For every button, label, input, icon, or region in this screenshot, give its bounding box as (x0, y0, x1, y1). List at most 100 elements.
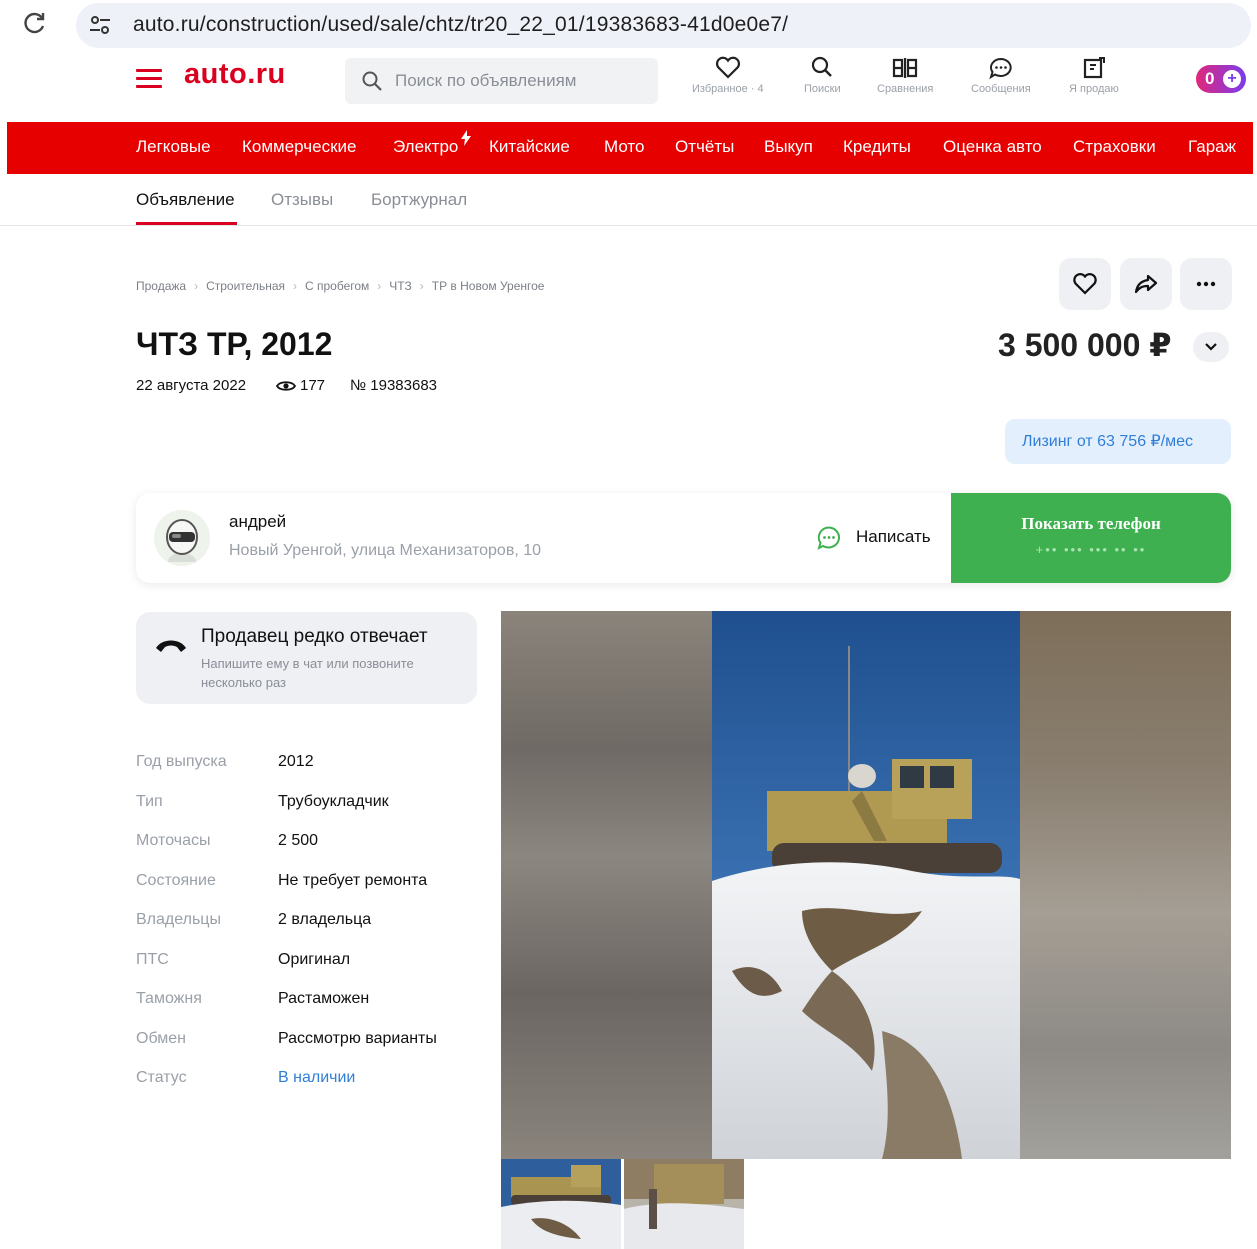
nav-item-electro[interactable]: Электро (393, 137, 458, 157)
saved-searches-link[interactable]: Поиски (804, 56, 841, 95)
seller-address[interactable]: Новый Уренгой, улица Механизаторов, 10 (229, 542, 541, 560)
favorite-button[interactable] (1059, 258, 1111, 310)
favorites-label: Избранное · 4 (692, 83, 764, 95)
share-icon (1134, 274, 1158, 294)
breadcrumb-item[interactable]: ТР в Новом Уренгое (432, 279, 545, 293)
chevron-down-icon (1205, 343, 1217, 351)
spec-label: ПТС (136, 951, 169, 968)
write-label: Написать (856, 527, 931, 546)
spec-value: Не требует ремонта (278, 872, 428, 889)
spec-label: Обмен (136, 1030, 186, 1047)
leasing-button[interactable]: Лизинг от 63 756 ₽/мес (1005, 419, 1231, 464)
chevron-right-icon: › (293, 279, 297, 293)
chevron-right-icon: › (194, 279, 199, 293)
avatar[interactable] (154, 510, 210, 566)
nav-item-credits[interactable]: Кредиты (843, 137, 911, 157)
seller-response-notice: Продавец редко отвечает Напишите ему в ч… (136, 612, 477, 704)
main-photo[interactable] (712, 611, 1020, 1159)
spec-value: Рассмотрю варианты (278, 1030, 437, 1047)
gallery-blur-right (1020, 611, 1231, 1159)
compare-icon (893, 58, 918, 78)
chevron-right-icon: › (419, 279, 424, 293)
phone-hangup-icon (156, 640, 186, 652)
show-phone-button[interactable]: Показать телефон +•• ••• ••• •• •• (951, 493, 1231, 583)
my-sales-link[interactable]: Я продаю (1069, 56, 1119, 95)
spec-value[interactable]: В наличии (278, 1069, 355, 1087)
notice-text: Напишите ему в чат или позвоните несколь… (201, 656, 414, 690)
messages-link[interactable]: Сообщения (971, 56, 1031, 95)
views-count: 177 (300, 377, 326, 394)
gallery-blur-left (501, 611, 712, 1159)
saved-search-icon (812, 56, 833, 77)
chevron-right-icon: › (377, 279, 382, 293)
spec-row-exchange: Обмен Рассмотрю варианты (136, 1030, 481, 1054)
spec-row-status: Статус В наличии (136, 1069, 481, 1093)
nav-item-garage[interactable]: Гараж (1188, 137, 1236, 157)
breadcrumb-item[interactable]: Строительная (206, 279, 285, 293)
spec-value: 2 500 (278, 832, 319, 849)
seller-name[interactable]: андрей (229, 512, 286, 532)
nav-item-reports[interactable]: Отчёты (675, 137, 734, 157)
search-input[interactable]: Поиск по объявлениям (345, 58, 658, 104)
search-placeholder: Поиск по объявлениям (395, 71, 577, 90)
nav-item-valuation[interactable]: Оценка авто (943, 137, 1042, 157)
category-nav: Легковые Коммерческие Электро Китайские … (7, 122, 1253, 174)
bolt-icon (461, 130, 471, 146)
spec-value: 2 владельца (278, 911, 372, 928)
more-button[interactable] (1180, 258, 1232, 310)
photo-thumbnail[interactable] (624, 1159, 744, 1249)
avatar-image (154, 510, 210, 566)
favorites-link[interactable]: Избранное · 4 (692, 56, 764, 95)
spec-row-condition: Состояние Не требует ремонта (136, 872, 481, 896)
nav-item-commercial[interactable]: Коммерческие (242, 137, 356, 157)
spec-value[interactable]: 2012 (278, 753, 314, 771)
share-button[interactable] (1120, 258, 1172, 310)
spec-row-customs: Таможня Растаможен (136, 990, 481, 1014)
spec-row-pts: ПТС Оригинал (136, 951, 481, 975)
heart-icon (1073, 273, 1097, 295)
spec-value: Оригинал (278, 951, 351, 968)
spec-label: Владельцы (136, 911, 221, 928)
spec-label: Состояние (136, 872, 216, 889)
listing-tabs: Объявление Отзывы Бортжурнал (0, 174, 1257, 226)
more-dots-icon (1196, 281, 1216, 287)
logo[interactable]: auto.ru (184, 58, 286, 91)
breadcrumb-item[interactable]: С пробегом (305, 279, 369, 293)
reload-icon[interactable] (22, 10, 48, 36)
chat-icon (817, 526, 840, 550)
nav-item-cars[interactable]: Легковые (136, 137, 211, 157)
spec-label: Моточасы (136, 832, 211, 849)
breadcrumb-item[interactable]: ЧТЗ (389, 279, 411, 293)
active-tab-indicator (136, 222, 237, 225)
my-sales-label: Я продаю (1069, 83, 1119, 95)
photo-gallery[interactable] (501, 611, 1231, 1159)
price-history-button[interactable] (1193, 332, 1229, 362)
wallet-badge[interactable]: 0 + (1196, 65, 1246, 93)
photo-thumbnail[interactable] (501, 1159, 621, 1249)
page-title: ЧТЗ ТР, 2012 (136, 326, 333, 362)
site-settings-icon[interactable] (88, 13, 112, 37)
nav-item-buyout[interactable]: Выкуп (764, 137, 813, 157)
eye-icon (276, 381, 296, 391)
tab-logbook[interactable]: Бортжурнал (371, 190, 467, 210)
nav-item-insurance[interactable]: Страховки (1073, 137, 1156, 157)
spec-row-type: Тип Трубоукладчик (136, 793, 481, 817)
spec-value[interactable]: Трубоукладчик (278, 793, 389, 811)
notice-title: Продавец редко отвечает (201, 626, 428, 647)
sell-icon (1083, 57, 1105, 79)
spec-row-hours: Моточасы 2 500 (136, 832, 481, 856)
searches-label: Поиски (804, 83, 841, 95)
chat-icon (989, 57, 1012, 80)
compare-link[interactable]: Сравнения (877, 56, 933, 95)
tab-listing[interactable]: Объявление (136, 190, 235, 210)
menu-icon[interactable] (136, 69, 162, 91)
listing-number: № 19383683 (350, 377, 437, 394)
nav-item-chinese[interactable]: Китайские (489, 137, 570, 157)
messages-label: Сообщения (971, 83, 1031, 95)
show-phone-label: Показать телефон (1021, 514, 1161, 533)
breadcrumb-item[interactable]: Продажа (136, 279, 186, 293)
spec-row-year: Год выпуска 2012 (136, 753, 481, 777)
tab-reviews[interactable]: Отзывы (271, 190, 333, 210)
nav-item-moto[interactable]: Мото (604, 137, 644, 157)
url-text[interactable]: auto.ru/construction/used/sale/chtz/tr20… (133, 13, 788, 37)
